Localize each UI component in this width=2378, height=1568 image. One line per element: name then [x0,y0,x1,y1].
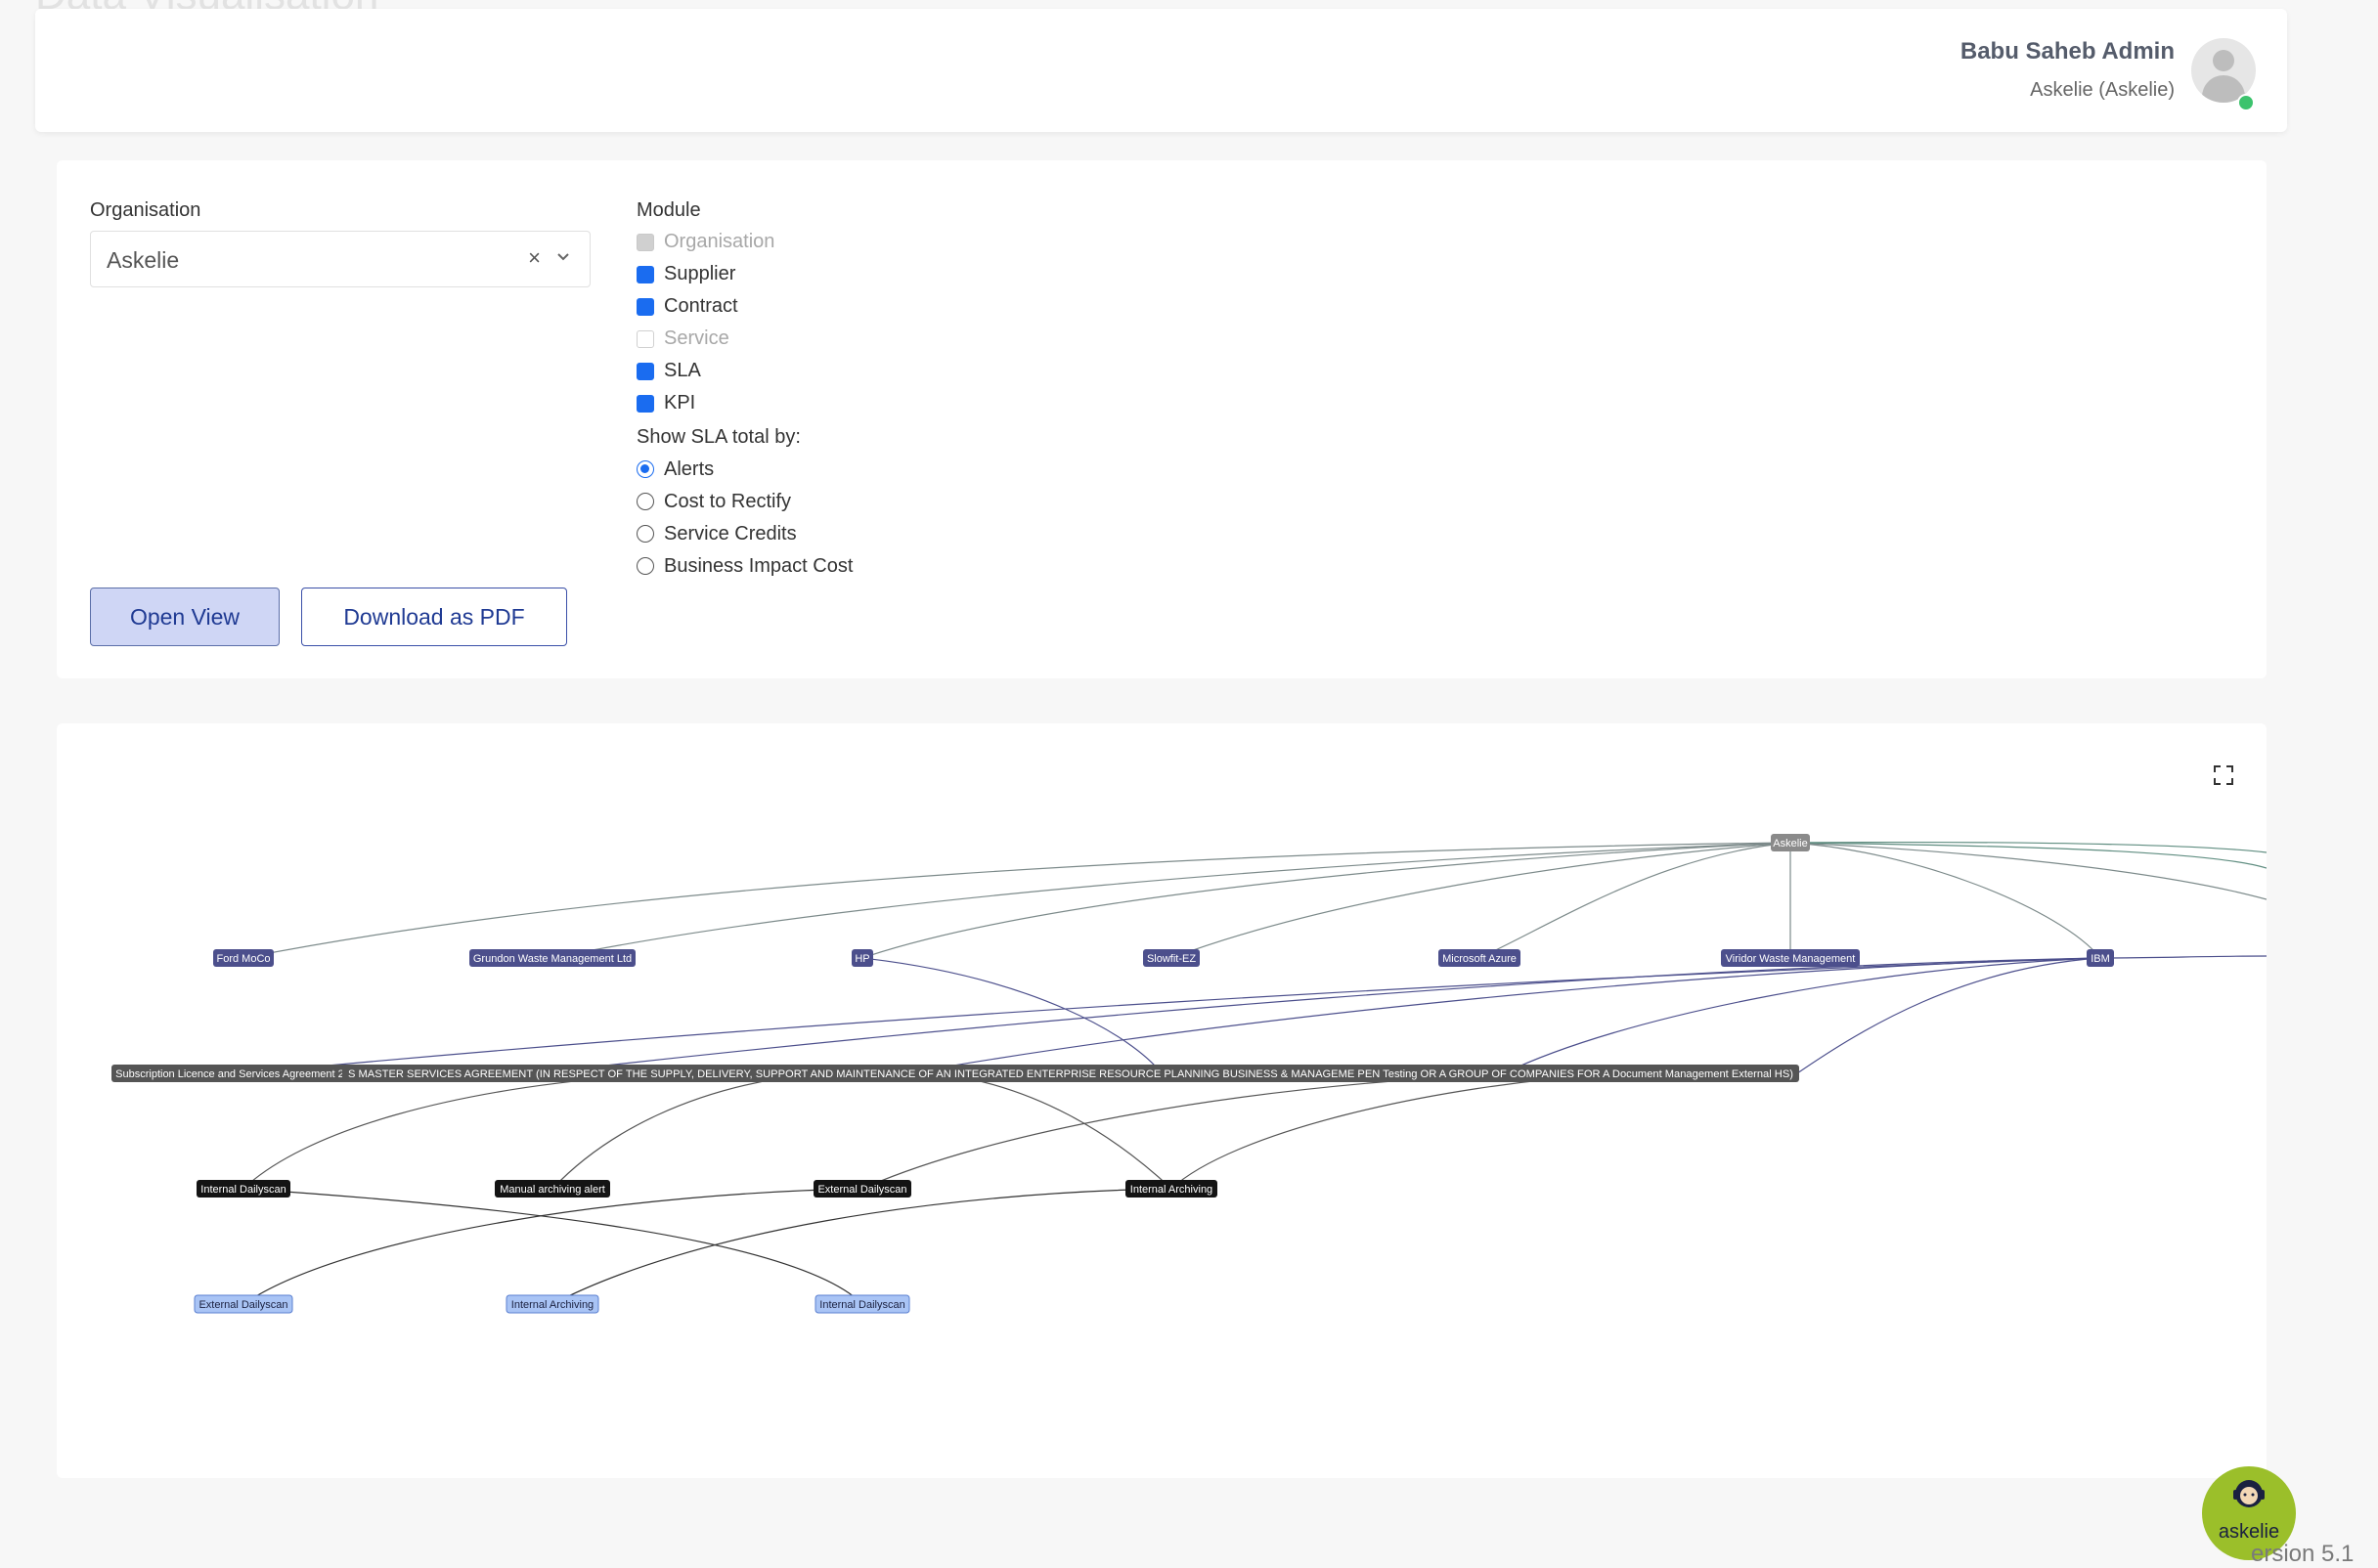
node-supplier[interactable]: Grundon Waste Management Ltd [469,949,636,967]
node-supplier[interactable]: Microsoft Azure [1438,949,1520,967]
checkbox[interactable] [637,234,654,251]
download-pdf-button[interactable]: Download as PDF [301,588,567,646]
node-label: External Dailyscan [817,1184,906,1196]
node-label: External Dailyscan [198,1299,287,1311]
radio-label: Alerts [664,458,715,480]
node-supplier[interactable]: Slowfit-EZ [1143,949,1200,967]
checkbox[interactable] [637,330,654,348]
radio-cost-to-rectify[interactable]: Cost to Rectify [637,489,930,518]
module-checkbox-organisation[interactable]: Organisation [637,229,930,258]
node-label: Grundon Waste Management Ltd [473,953,632,965]
radio-button[interactable] [637,557,654,575]
radio-button[interactable] [637,525,654,543]
sla-total-heading: Show SLA total by: [637,426,801,448]
node-sla[interactable]: Internal Archiving [1125,1180,1217,1198]
checkbox[interactable] [637,395,654,413]
node-label: Viridor Waste Management [1726,953,1856,965]
module-label: Module [637,199,701,221]
chevron-down-icon[interactable] [552,245,574,267]
node-supplier[interactable]: Viridor Waste Management [1721,949,1860,967]
module-checkbox-contract[interactable]: Contract [637,293,930,323]
organisation-select[interactable]: Askelie × [90,231,591,287]
node-label: Manual archiving alert [500,1184,605,1196]
user-organisation: Askelie (Askelie) [2030,79,2175,101]
checkbox-label: KPI [664,392,696,414]
node-organisation[interactable]: Askelie [1771,834,1810,851]
checkbox[interactable] [637,266,654,283]
radio-service-credits[interactable]: Service Credits [637,521,930,550]
node-label: Slowfit-EZ [1147,953,1196,965]
graph-panel: Askelie Ford MoCo Grundon Waste Management… [57,723,2267,1478]
node-label: Ford MoCo [216,953,270,965]
node-supplier[interactable]: HP [852,949,873,967]
node-label: Internal Archiving [511,1299,594,1311]
filter-panel: Organisation Askelie × Module Organisati… [57,160,2267,678]
node-sla[interactable]: External Dailyscan [814,1180,911,1198]
module-checkbox-supplier[interactable]: Supplier [637,261,930,290]
node-kpi[interactable]: Internal Archiving [506,1294,599,1314]
open-view-button[interactable]: Open View [90,588,280,646]
node-label: Subscription Licence and Services Agreem… [115,1068,372,1080]
radio-label: Business Impact Cost [664,555,854,577]
radio-label: Cost to Rectify [664,491,792,512]
node-supplier[interactable]: Ford MoCo [213,949,274,967]
radio-button[interactable] [637,460,654,478]
user-name: Babu Saheb Admin [1960,38,2175,65]
relationship-graph[interactable]: Askelie Ford MoCo Grundon Waste Management… [57,723,2267,1478]
node-kpi[interactable]: Internal Dailyscan [815,1294,910,1314]
radio-button[interactable] [637,493,654,510]
online-status-dot [2237,94,2255,111]
sla-total-label: Show SLA total by: [637,424,930,454]
checkbox-label: Supplier [664,263,736,284]
radio-alerts[interactable]: Alerts [637,457,930,486]
radio-business-impact-cost[interactable]: Business Impact Cost [637,553,930,583]
checkbox-label: Organisation [664,231,775,252]
node-contract[interactable]: S MASTER SERVICES AGREEMENT (IN RESPECT … [342,1065,1799,1082]
clear-icon[interactable]: × [528,245,541,271]
module-checkbox-sla[interactable]: SLA [637,358,930,387]
node-label: Askelie [1773,838,1807,849]
checkbox[interactable] [637,298,654,316]
organisation-select-value: Askelie [107,247,180,273]
node-label: Microsoft Azure [1442,953,1517,965]
node-label: S MASTER SERVICES AGREEMENT (IN RESPECT … [348,1068,1793,1080]
checkbox-label: Service [664,327,729,349]
node-label: Internal Dailyscan [200,1184,286,1196]
node-supplier[interactable]: IBM [2087,949,2114,967]
organisation-label: Organisation [90,199,201,221]
node-label: IBM [2091,953,2110,965]
checkbox-label: Contract [664,295,738,317]
chatbot-avatar-icon [2233,1480,2265,1507]
node-label: Internal Archiving [1130,1184,1212,1196]
checkbox[interactable] [637,363,654,380]
node-label: Internal Dailyscan [819,1299,904,1311]
module-checkbox-service[interactable]: Service [637,326,930,355]
header-card: Babu Saheb Admin Askelie (Askelie) [35,9,2287,132]
module-checkbox-kpi[interactable]: KPI [637,390,930,419]
node-label: HP [855,953,869,965]
node-contract[interactable]: Subscription Licence and Services Agreem… [111,1065,375,1082]
node-sla[interactable]: Manual archiving alert [495,1180,610,1198]
checkbox-label: SLA [664,360,701,381]
node-kpi[interactable]: External Dailyscan [194,1294,293,1314]
version-label: ersion 5.1 [2251,1541,2355,1567]
node-sla[interactable]: Internal Dailyscan [197,1180,290,1198]
radio-label: Service Credits [664,523,797,544]
user-info[interactable]: Babu Saheb Admin Askelie (Askelie) [1960,38,2175,102]
